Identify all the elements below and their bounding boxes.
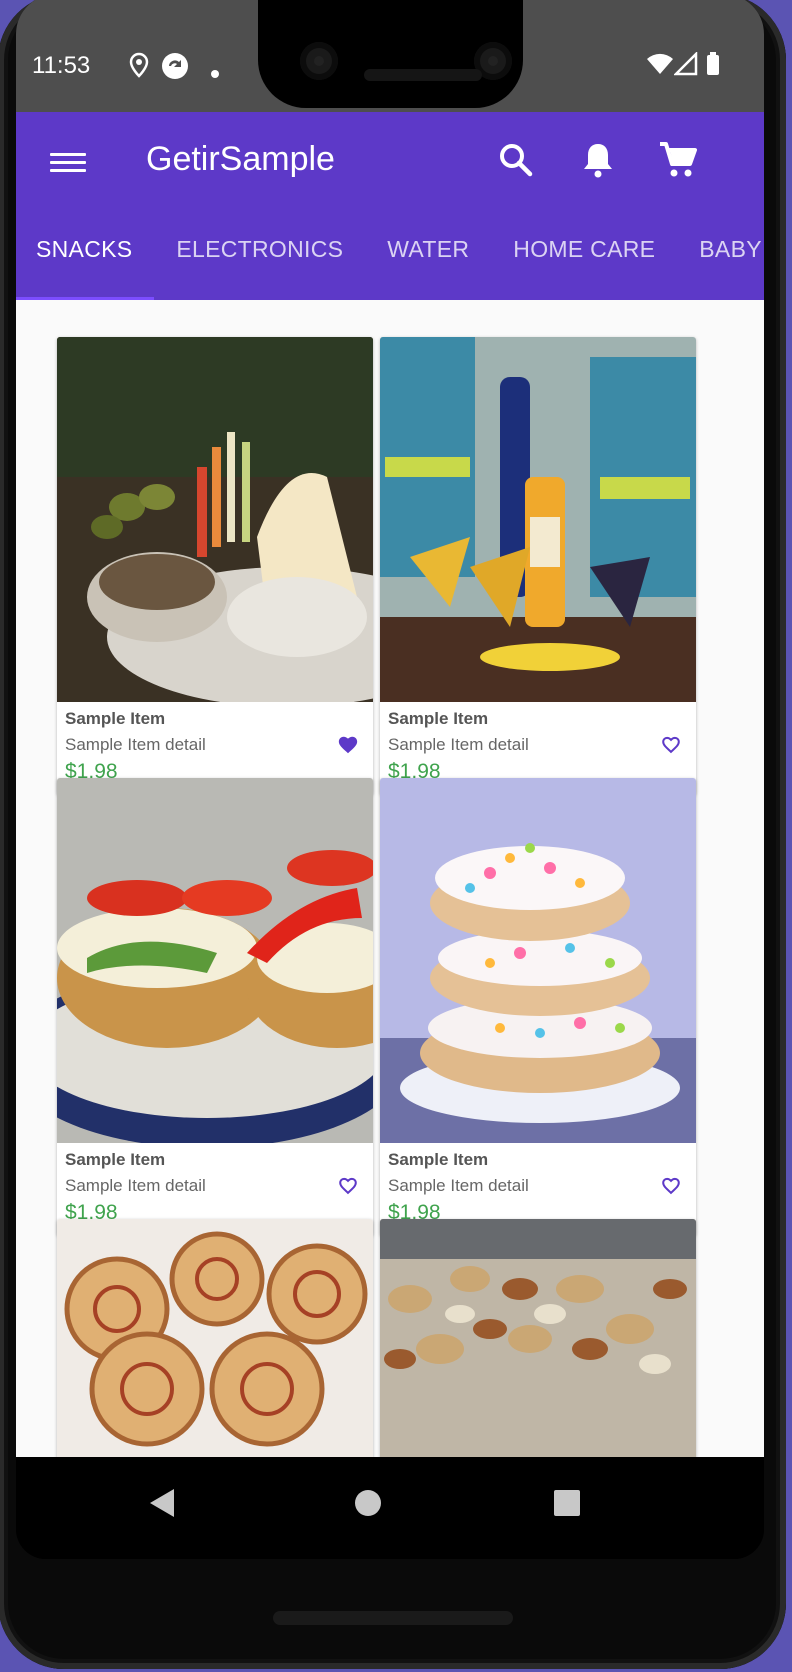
front-camera-left <box>300 42 338 80</box>
back-icon[interactable] <box>148 1487 178 1524</box>
app-title: GetirSample <box>146 140 335 178</box>
product-name: Sample Item <box>388 709 489 728</box>
bagel-sandwich-photo <box>57 778 373 1143</box>
shopping-cart-icon[interactable] <box>656 138 700 182</box>
product-card[interactable] <box>57 1219 373 1457</box>
product-grid: Sample Item Sample Item detail $1,98 Sam… <box>16 300 764 1457</box>
location-icon <box>128 52 150 85</box>
device-speaker-grille <box>273 1611 513 1625</box>
notification-dot-icon <box>210 58 220 86</box>
product-card[interactable]: Sample Item Sample Item detail $1,98 <box>57 337 373 795</box>
hamburger-menu-icon[interactable] <box>50 148 86 178</box>
product-detail: Sample Item detail <box>388 1176 529 1195</box>
favorite-heart-outline-icon[interactable] <box>660 1175 682 1197</box>
tab-water[interactable]: WATER <box>365 212 491 300</box>
snack-platter-photo <box>57 337 373 702</box>
search-icon[interactable] <box>494 138 538 182</box>
wifi-icon <box>646 52 674 83</box>
notifications-bell-icon[interactable] <box>576 138 620 182</box>
sync-app-icon <box>161 52 189 87</box>
earpiece-speaker <box>364 69 482 81</box>
app-bar: GetirSample SNACKS ELECTRONICS WATER HOM… <box>16 112 764 300</box>
battery-icon <box>706 52 720 83</box>
tab-electronics[interactable]: ELECTRONICS <box>154 212 365 300</box>
product-card[interactable]: Sample Item Sample Item detail $1,98 <box>380 337 696 795</box>
product-name: Sample Item <box>65 1150 166 1169</box>
category-tabs: SNACKS ELECTRONICS WATER HOME CARE BABY <box>16 212 764 300</box>
tostitos-chips-photo <box>380 337 696 702</box>
product-card[interactable]: Sample Item Sample Item detail $1,98 <box>57 778 373 1236</box>
tab-baby[interactable]: BABY <box>677 212 764 300</box>
product-name: Sample Item <box>388 1150 489 1169</box>
mixed-nuts-photo <box>380 1219 696 1457</box>
favorite-heart-outline-icon[interactable] <box>660 734 682 756</box>
phone-frame: 11:53 GetirSample SNACKS ELECTRONICS WAT… <box>0 0 786 1669</box>
status-time: 11:53 <box>32 52 91 79</box>
system-navigation-bar <box>16 1457 764 1559</box>
product-detail: Sample Item detail <box>65 1176 206 1195</box>
recents-icon[interactable] <box>552 1487 582 1524</box>
favorite-heart-outline-icon[interactable] <box>337 1175 359 1197</box>
favorite-heart-filled-icon[interactable] <box>337 734 359 756</box>
tab-snacks[interactable]: SNACKS <box>16 212 155 300</box>
product-detail: Sample Item detail <box>65 735 206 754</box>
tab-home-care[interactable]: HOME CARE <box>491 212 677 300</box>
product-name: Sample Item <box>65 709 166 728</box>
signal-icon <box>672 50 698 83</box>
status-bar: 11:53 <box>16 0 764 112</box>
screen: 11:53 GetirSample SNACKS ELECTRONICS WAT… <box>16 0 764 1559</box>
pinwheel-pastry-photo <box>57 1219 373 1457</box>
home-icon[interactable] <box>353 1487 383 1524</box>
product-detail: Sample Item detail <box>388 735 529 754</box>
product-card[interactable]: Sample Item Sample Item detail $1,98 <box>380 778 696 1236</box>
product-card[interactable] <box>380 1219 696 1457</box>
stacked-donuts-photo <box>380 778 696 1143</box>
